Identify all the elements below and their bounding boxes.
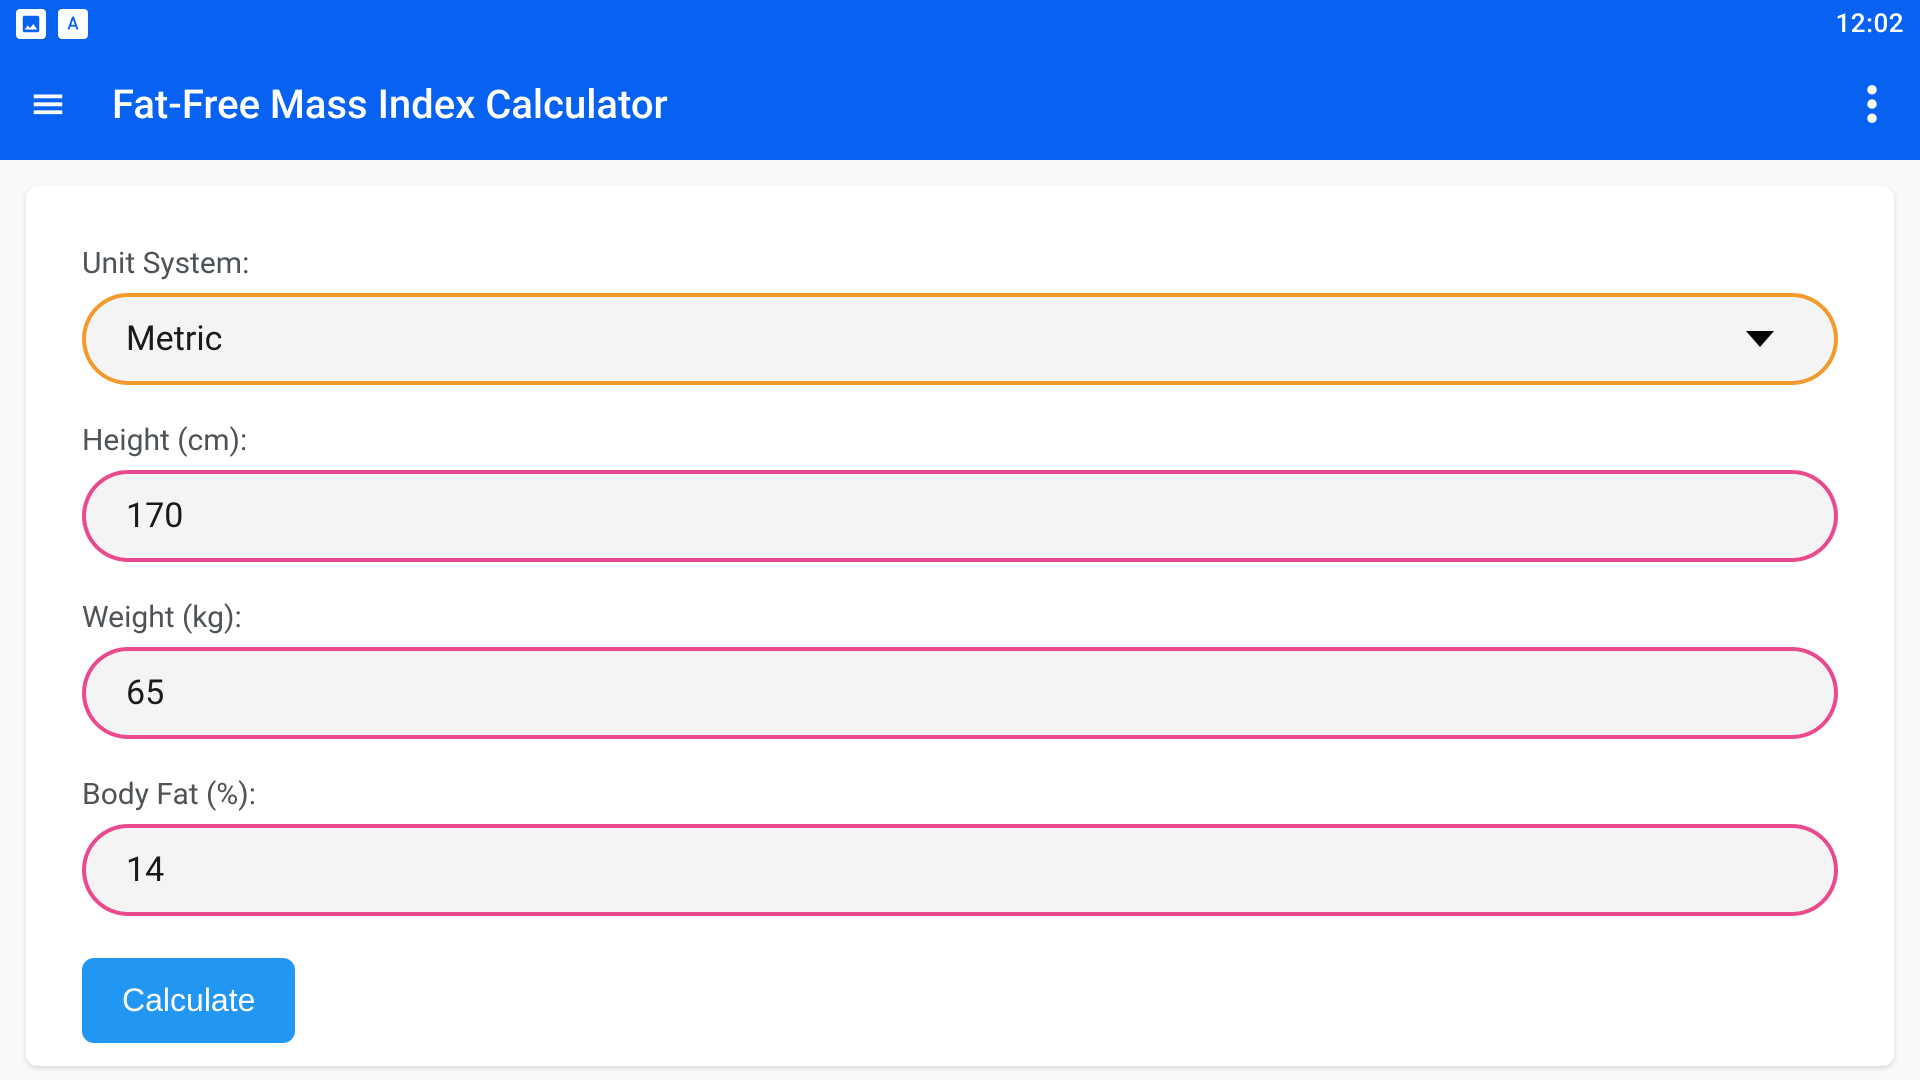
calculate-button[interactable]: Calculate <box>82 958 295 1043</box>
overflow-button[interactable] <box>1848 80 1896 128</box>
unit-system-select[interactable]: Metric <box>82 293 1838 385</box>
kebab-icon <box>1867 85 1877 123</box>
chevron-down-icon <box>1746 331 1774 347</box>
font-icon <box>58 9 88 39</box>
status-time: 12:02 <box>1836 9 1904 39</box>
image-icon <box>16 9 46 39</box>
unit-system-value: Metric <box>126 319 222 359</box>
weight-label: Weight (kg): <box>82 600 1838 635</box>
bodyfat-label: Body Fat (%): <box>82 777 1838 812</box>
page-title: Fat-Free Mass Index Calculator <box>112 81 668 128</box>
hamburger-icon <box>29 85 67 123</box>
height-input[interactable] <box>126 496 1794 536</box>
weight-input[interactable] <box>126 673 1794 713</box>
form-card: Unit System: Metric Height (cm): Weight … <box>26 186 1894 1066</box>
unit-system-label: Unit System: <box>82 246 1838 281</box>
app-bar: Fat-Free Mass Index Calculator <box>0 48 1920 160</box>
menu-button[interactable] <box>24 80 72 128</box>
weight-field-wrap <box>82 647 1838 739</box>
bodyfat-input[interactable] <box>126 850 1794 890</box>
height-field-wrap <box>82 470 1838 562</box>
status-bar: 12:02 <box>0 0 1920 48</box>
height-label: Height (cm): <box>82 423 1838 458</box>
status-icons <box>16 9 88 39</box>
bodyfat-field-wrap <box>82 824 1838 916</box>
